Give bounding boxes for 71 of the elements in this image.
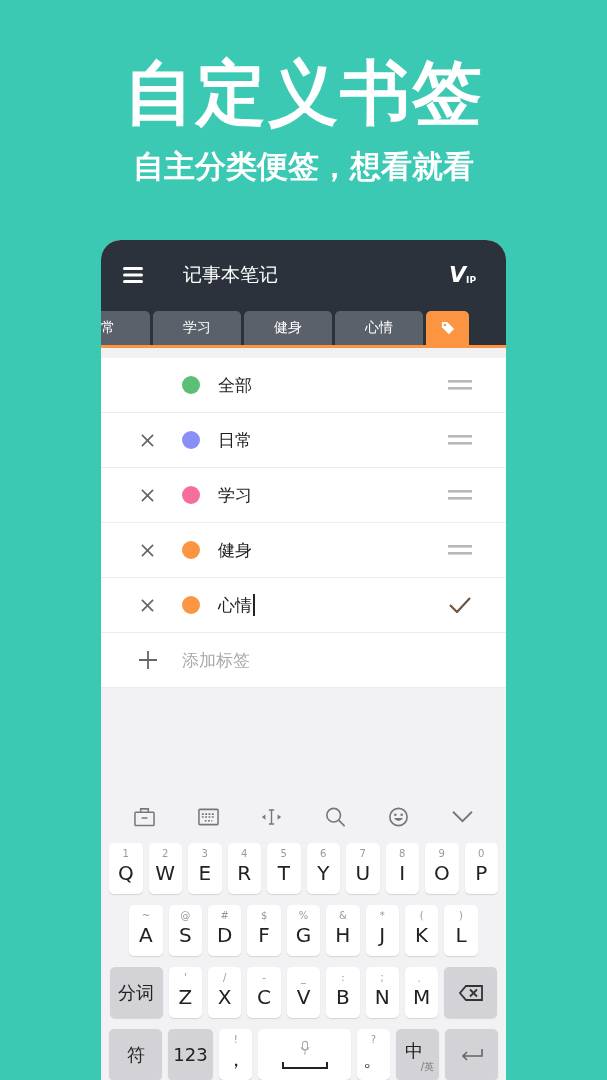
backspace-icon [458, 984, 483, 1001]
key[interactable]: 0 P [464, 843, 498, 894]
enter-icon [459, 1046, 484, 1063]
key[interactable]: : B [326, 967, 360, 1018]
tab[interactable]: 常 [101, 311, 150, 345]
headline: 自定义书签 [123, 52, 484, 134]
key[interactable]: 5 T [267, 843, 301, 894]
key[interactable]: / X [208, 967, 242, 1018]
briefcase-icon[interactable] [134, 807, 156, 827]
key[interactable]: 1 Q [109, 843, 143, 894]
tag-icon [440, 321, 455, 335]
tag-name: 日常 [218, 428, 252, 452]
key[interactable]: ! ， [219, 1029, 253, 1080]
key[interactable]: $ F [247, 905, 281, 956]
tab[interactable]: 学习 [153, 311, 241, 345]
drag-handle-icon[interactable] [448, 545, 472, 555]
app-title: 记事本笔记 [183, 262, 279, 287]
key[interactable]: ~ A [129, 905, 163, 956]
key[interactable]: 2 W [148, 843, 182, 894]
key[interactable]: ' Z [168, 967, 202, 1018]
menu-icon[interactable] [123, 267, 143, 283]
delete-icon[interactable] [141, 598, 154, 612]
tab[interactable]: 健身 [244, 311, 332, 345]
tab[interactable]: 心情 [335, 311, 423, 345]
key[interactable]: - C [247, 967, 281, 1018]
key[interactable]: 、 M [404, 967, 439, 1018]
key[interactable]: @ S [168, 905, 202, 956]
key[interactable]: 123 [168, 1029, 213, 1080]
key[interactable]: 9 O [425, 843, 459, 894]
delete-icon[interactable] [141, 433, 154, 447]
tag-name: 健身 [218, 538, 252, 562]
emoji-icon[interactable] [388, 807, 410, 827]
key[interactable]: 7 U [346, 843, 380, 894]
language-key[interactable]: 中 /英 [396, 1029, 439, 1080]
tag-name: 学习 [218, 483, 252, 507]
key[interactable]: 6 Y [306, 843, 340, 894]
key[interactable]: & H [326, 905, 360, 956]
tag-tab[interactable] [426, 311, 469, 345]
key[interactable]: _ V [286, 967, 321, 1018]
key[interactable]: * J [365, 905, 399, 956]
subtitle: 自主分类便签，想看就看 [133, 147, 474, 186]
key[interactable]: 4 R [227, 843, 261, 894]
keyboard-icon[interactable] [197, 807, 219, 827]
check-icon[interactable] [449, 597, 471, 613]
drag-handle-icon[interactable] [448, 380, 472, 390]
key[interactable]: ( K [404, 905, 439, 956]
space-icon [281, 1061, 328, 1069]
key[interactable]: 3 E [188, 843, 222, 894]
delete-icon[interactable] [141, 488, 154, 502]
key[interactable]: ) L [444, 905, 478, 956]
text-cursor-icon[interactable] [261, 807, 283, 827]
key[interactable]: 8 I [385, 843, 419, 894]
key[interactable]: 符 [109, 1029, 162, 1080]
tag-name: 全部 [218, 373, 252, 397]
key[interactable]: # D [208, 905, 242, 956]
text-cursor [253, 594, 255, 616]
key[interactable]: ; N [365, 967, 399, 1018]
enter-key[interactable] [445, 1029, 498, 1080]
search-icon[interactable] [324, 807, 346, 827]
backspace-key[interactable] [444, 967, 498, 1018]
vip-badge[interactable]: VIP [449, 265, 476, 285]
space-key[interactable] [258, 1029, 351, 1080]
add-icon[interactable] [138, 651, 157, 669]
delete-icon[interactable] [141, 543, 154, 557]
drag-handle-icon[interactable] [448, 435, 472, 445]
drag-handle-icon[interactable] [448, 490, 472, 500]
key[interactable]: % G [286, 905, 321, 956]
tag-name: 心情 [218, 593, 252, 617]
key[interactable]: ? 。 [356, 1029, 390, 1080]
microphone-icon [299, 1040, 310, 1056]
key[interactable]: 分词 [109, 967, 163, 1018]
